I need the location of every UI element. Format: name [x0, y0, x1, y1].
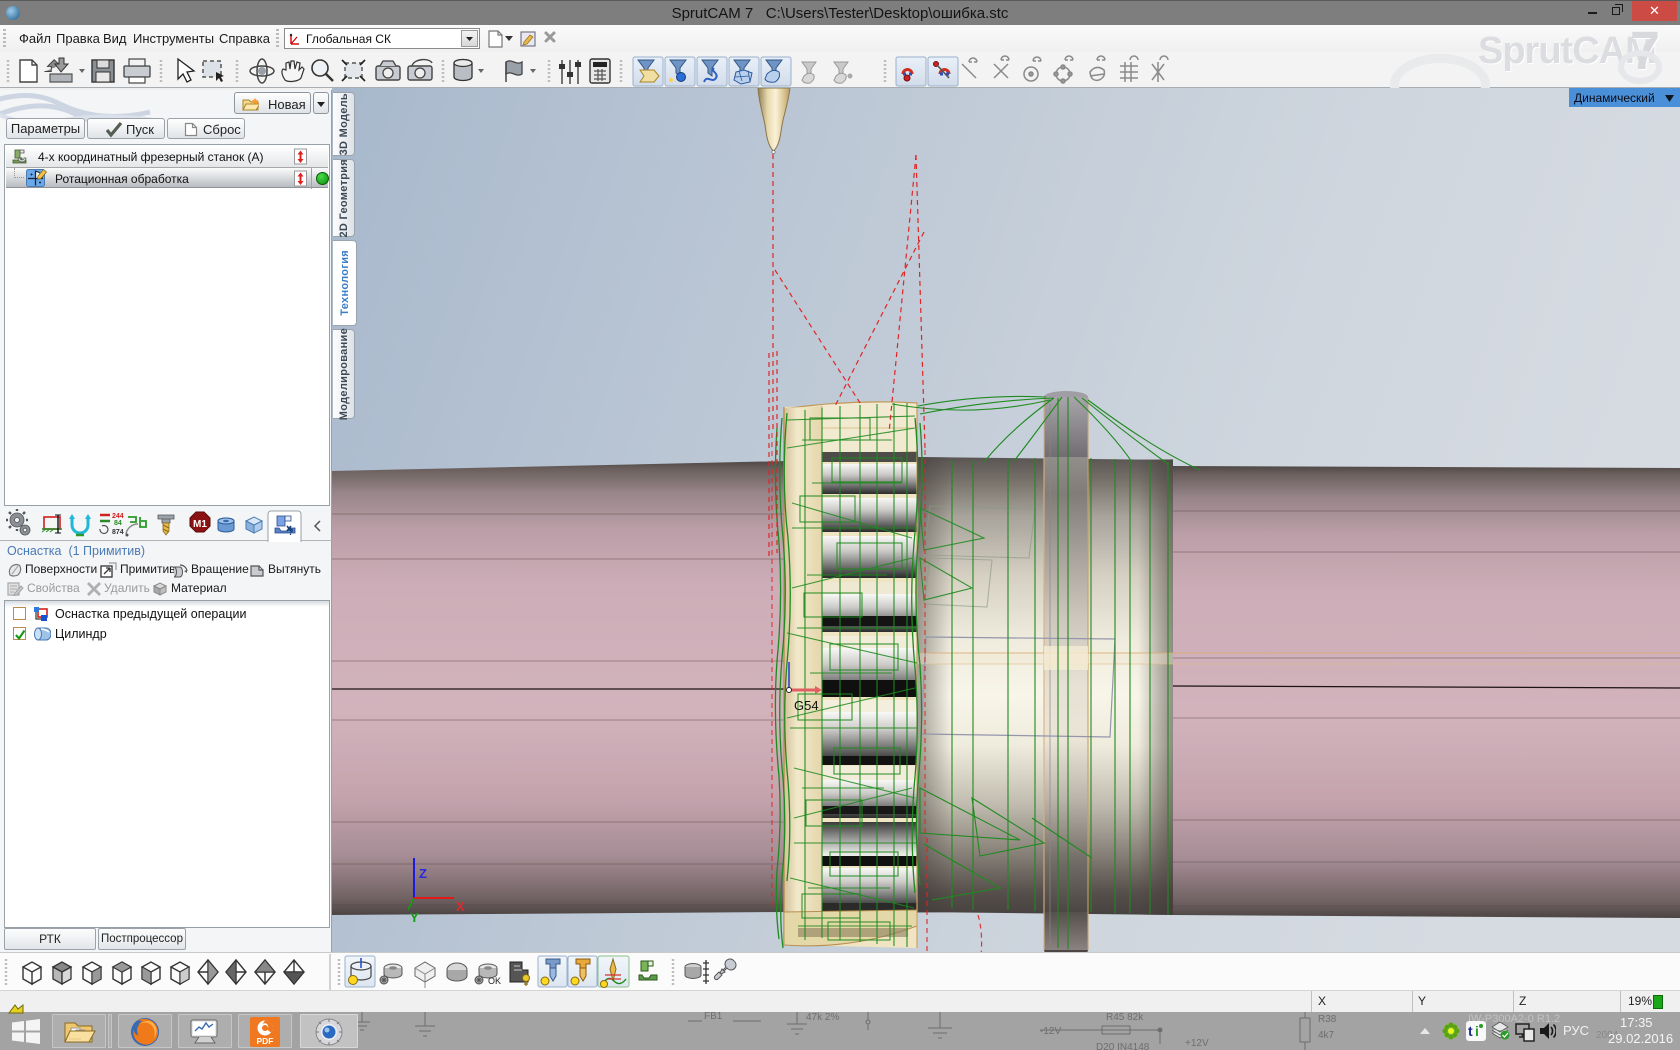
svg-text:i: i [1475, 1023, 1479, 1039]
svg-text:R45 82k: R45 82k [1106, 1012, 1144, 1023]
svg-text:Z: Z [419, 866, 427, 881]
svg-text:D20 IN4148: D20 IN4148 [1096, 1042, 1150, 1050]
svg-text:?: ? [288, 527, 294, 537]
svg-text:R38: R38 [1318, 1014, 1337, 1025]
svg-text:FB1: FB1 [704, 1012, 723, 1022]
svg-text:47k 2%: 47k 2% [806, 1012, 839, 1023]
svg-text:84: 84 [114, 520, 122, 527]
svg-text:M1: M1 [193, 519, 207, 530]
svg-text:X: X [456, 899, 465, 914]
svg-text:G54: G54 [794, 698, 819, 713]
svg-text:244: 244 [112, 513, 124, 520]
svg-text:Y: Y [410, 910, 419, 925]
svg-text:t: t [1468, 1023, 1473, 1039]
svg-text:4k7: 4k7 [1318, 1030, 1335, 1041]
svg-text:874: 874 [112, 529, 124, 536]
svg-text:-12V: -12V [1040, 1026, 1061, 1037]
svg-text:PDF: PDF [257, 1036, 274, 1046]
svg-text:+12V: +12V [1185, 1038, 1209, 1049]
svg-text:OK: OK [488, 976, 501, 986]
